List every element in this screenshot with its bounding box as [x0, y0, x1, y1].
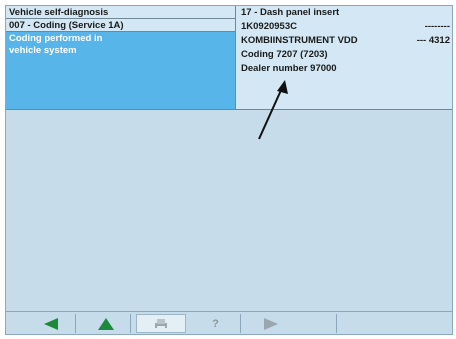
forward-button[interactable]: [246, 314, 296, 333]
dealer-number: Dealer number 97000: [241, 63, 337, 74]
component-name: KOMBIINSTRUMENT VDD: [241, 35, 358, 46]
up-button[interactable]: [81, 314, 131, 333]
help-button[interactable]: ?: [191, 314, 241, 333]
coding-value: Coding 7207 (7203): [241, 49, 328, 60]
toolbar-divider: [336, 314, 337, 333]
diagnosis-window: Vehicle self-diagnosis 007 - Coding (Ser…: [5, 5, 453, 335]
help-icon: ?: [212, 317, 219, 330]
info-header: Vehicle self-diagnosis 007 - Coding (Ser…: [6, 6, 452, 110]
selected-line-1: Coding performed in: [9, 33, 103, 44]
software-version: --- 4312: [416, 35, 450, 46]
back-button[interactable]: [26, 314, 76, 333]
dashes-placeholder: --------: [424, 21, 450, 32]
up-arrow-icon: [97, 317, 114, 330]
part-number: 1K0920953C: [241, 21, 297, 32]
print-button[interactable]: [136, 314, 186, 333]
function-list: Vehicle self-diagnosis 007 - Coding (Ser…: [6, 6, 236, 109]
list-item-vehicle-self-diagnosis[interactable]: Vehicle self-diagnosis: [6, 6, 235, 19]
control-unit-title: 17 - Dash panel insert: [241, 7, 340, 18]
list-item-coding-service[interactable]: 007 - Coding (Service 1A): [6, 19, 235, 32]
forward-arrow-icon: [264, 317, 278, 330]
bottom-toolbar: ?: [6, 311, 452, 334]
back-arrow-icon: [43, 317, 58, 330]
control-unit-info: 17 - Dash panel insert 1K0920953C ------…: [237, 6, 452, 109]
print-icon: [155, 318, 167, 329]
selected-list-item[interactable]: Coding performed in vehicle system: [6, 32, 235, 109]
selected-line-2: vehicle system: [9, 45, 77, 56]
content-area: [6, 110, 452, 311]
